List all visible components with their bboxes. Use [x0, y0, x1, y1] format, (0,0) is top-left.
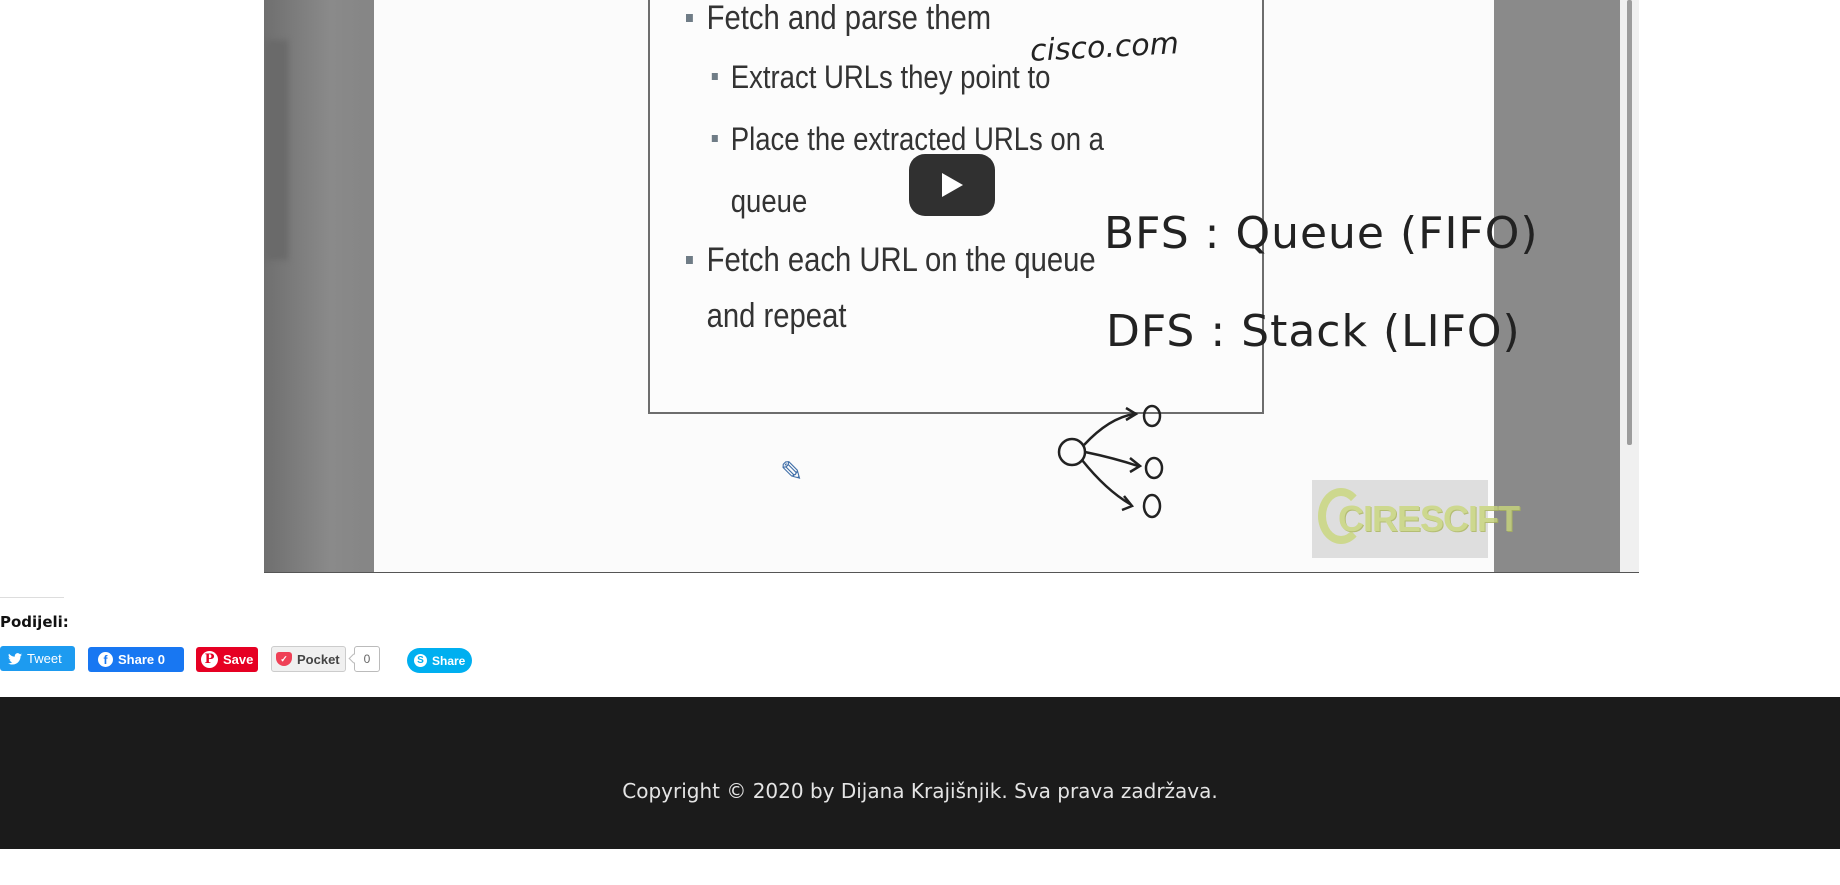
- pen-cursor-icon: ✎: [780, 456, 804, 487]
- pocket-label: Pocket: [297, 651, 340, 667]
- skype-share-button[interactable]: S Share: [407, 648, 472, 673]
- footer: Copyright © 2020 by Dijana Krajišnjik. S…: [0, 697, 1840, 849]
- slide-bullet: Fetch each URL on the queue and repeat: [686, 232, 1111, 344]
- watermark-logo: CIRESCIFT: [1312, 480, 1520, 558]
- facebook-icon: f: [98, 652, 113, 667]
- twitter-bird-icon: [8, 652, 22, 665]
- facebook-share-label: Share 0: [118, 652, 165, 667]
- tweet-label: Tweet: [27, 651, 62, 666]
- video-embed[interactable]: Fetch and parse them Extract URLs they p…: [264, 0, 1639, 573]
- handwritten-tree-diagram: [1057, 404, 1164, 519]
- handwritten-bfs: BFS : Queue (FIFO): [1104, 208, 1539, 259]
- pinterest-icon: P: [201, 651, 218, 668]
- tweet-button[interactable]: Tweet: [0, 646, 75, 671]
- play-button[interactable]: [909, 154, 995, 216]
- skype-share-label: Share: [432, 653, 466, 668]
- pinterest-save-button[interactable]: P Save: [196, 647, 258, 672]
- video-right-edge: [1494, 0, 1639, 572]
- pocket-count-badge: 0: [354, 646, 380, 672]
- pocket-icon: ✓: [276, 652, 292, 666]
- share-heading: Podijeli:: [0, 613, 69, 631]
- video-left-edge: [264, 0, 374, 572]
- watermark-text: CIRESCIFT: [1338, 498, 1520, 539]
- pocket-button[interactable]: ✓ Pocket: [271, 646, 346, 672]
- handwritten-dfs: DFS : Stack (LIFO): [1106, 306, 1521, 357]
- facebook-share-button[interactable]: f Share 0: [88, 647, 184, 672]
- footer-copyright: Copyright © 2020 by Dijana Krajišnjik. S…: [622, 779, 1218, 803]
- share-divider: [0, 597, 64, 598]
- skype-icon: S: [414, 654, 427, 667]
- video-scroll-thumb: [1627, 0, 1632, 445]
- play-icon: [942, 173, 963, 197]
- pinterest-save-label: Save: [223, 652, 254, 667]
